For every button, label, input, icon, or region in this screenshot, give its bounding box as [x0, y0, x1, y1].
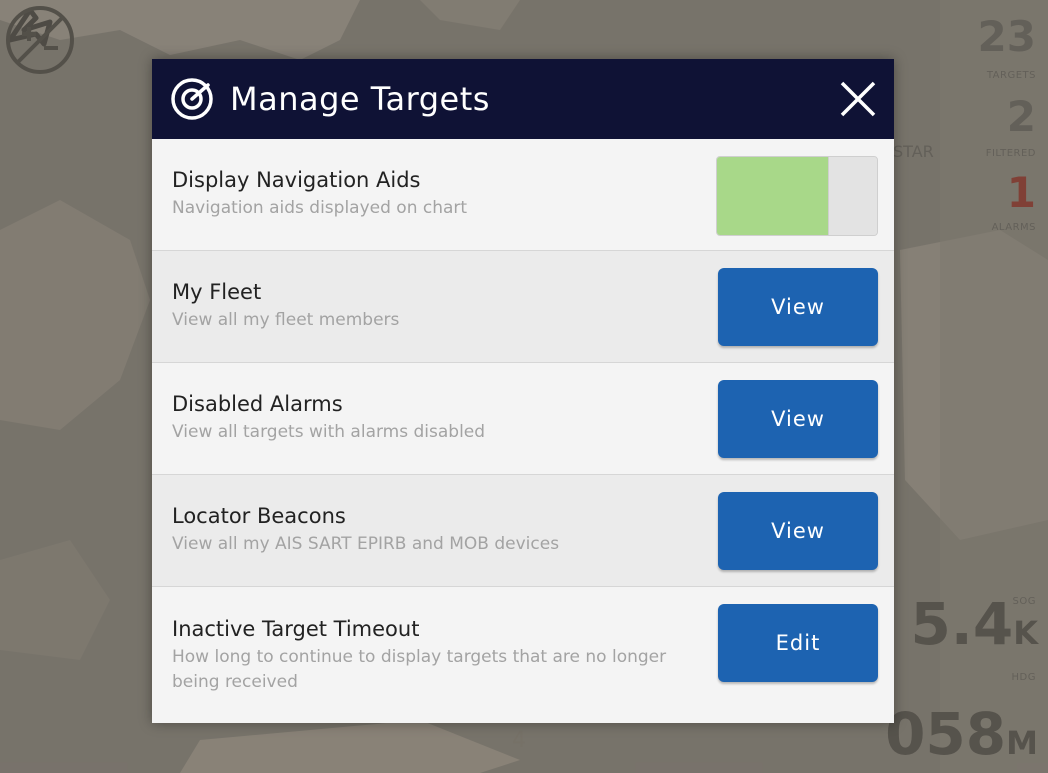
- row-my-fleet: My Fleet View all my fleet members View: [152, 251, 894, 363]
- inactive-timeout-edit-button[interactable]: Edit: [718, 604, 878, 682]
- row-display-navigation-aids: Display Navigation Aids Navigation aids …: [152, 139, 894, 251]
- my-fleet-view-button[interactable]: View: [718, 268, 878, 346]
- row-text: Locator Beacons View all my AIS SART EPI…: [172, 504, 712, 557]
- dialog-title: Manage Targets: [230, 80, 490, 118]
- close-icon[interactable]: [836, 77, 880, 121]
- row-subtitle: How long to continue to display targets …: [172, 647, 667, 692]
- row-title: My Fleet: [172, 280, 262, 304]
- row-title: Inactive Target Timeout: [172, 617, 420, 641]
- row-text: Display Navigation Aids Navigation aids …: [172, 168, 712, 221]
- row-inactive-target-timeout: Inactive Target Timeout How long to cont…: [152, 587, 894, 719]
- row-title: Locator Beacons: [172, 504, 346, 528]
- manage-targets-dialog: Manage Targets Display Navigation Aids N…: [152, 59, 894, 723]
- toggle-fill: [717, 157, 829, 235]
- row-locator-beacons: Locator Beacons View all my AIS SART EPI…: [152, 475, 894, 587]
- row-subtitle: View all my fleet members: [172, 310, 400, 330]
- row-subtitle: Navigation aids displayed on chart: [172, 198, 468, 218]
- row-subtitle: View all my AIS SART EPIRB and MOB devic…: [172, 534, 560, 554]
- target-icon: [171, 78, 213, 120]
- dialog-header: Manage Targets: [152, 59, 894, 139]
- row-text: Inactive Target Timeout How long to cont…: [172, 617, 712, 695]
- locator-beacons-view-button[interactable]: View: [718, 492, 878, 570]
- row-text: Disabled Alarms View all targets with al…: [172, 392, 712, 445]
- row-text: My Fleet View all my fleet members: [172, 280, 712, 333]
- row-subtitle: View all targets with alarms disabled: [172, 422, 486, 442]
- row-disabled-alarms: Disabled Alarms View all targets with al…: [152, 363, 894, 475]
- row-title: Display Navigation Aids: [172, 168, 421, 192]
- row-title: Disabled Alarms: [172, 392, 343, 416]
- disabled-alarms-view-button[interactable]: View: [718, 380, 878, 458]
- toggle-knob: [828, 157, 877, 235]
- navigation-aids-toggle[interactable]: [716, 156, 878, 236]
